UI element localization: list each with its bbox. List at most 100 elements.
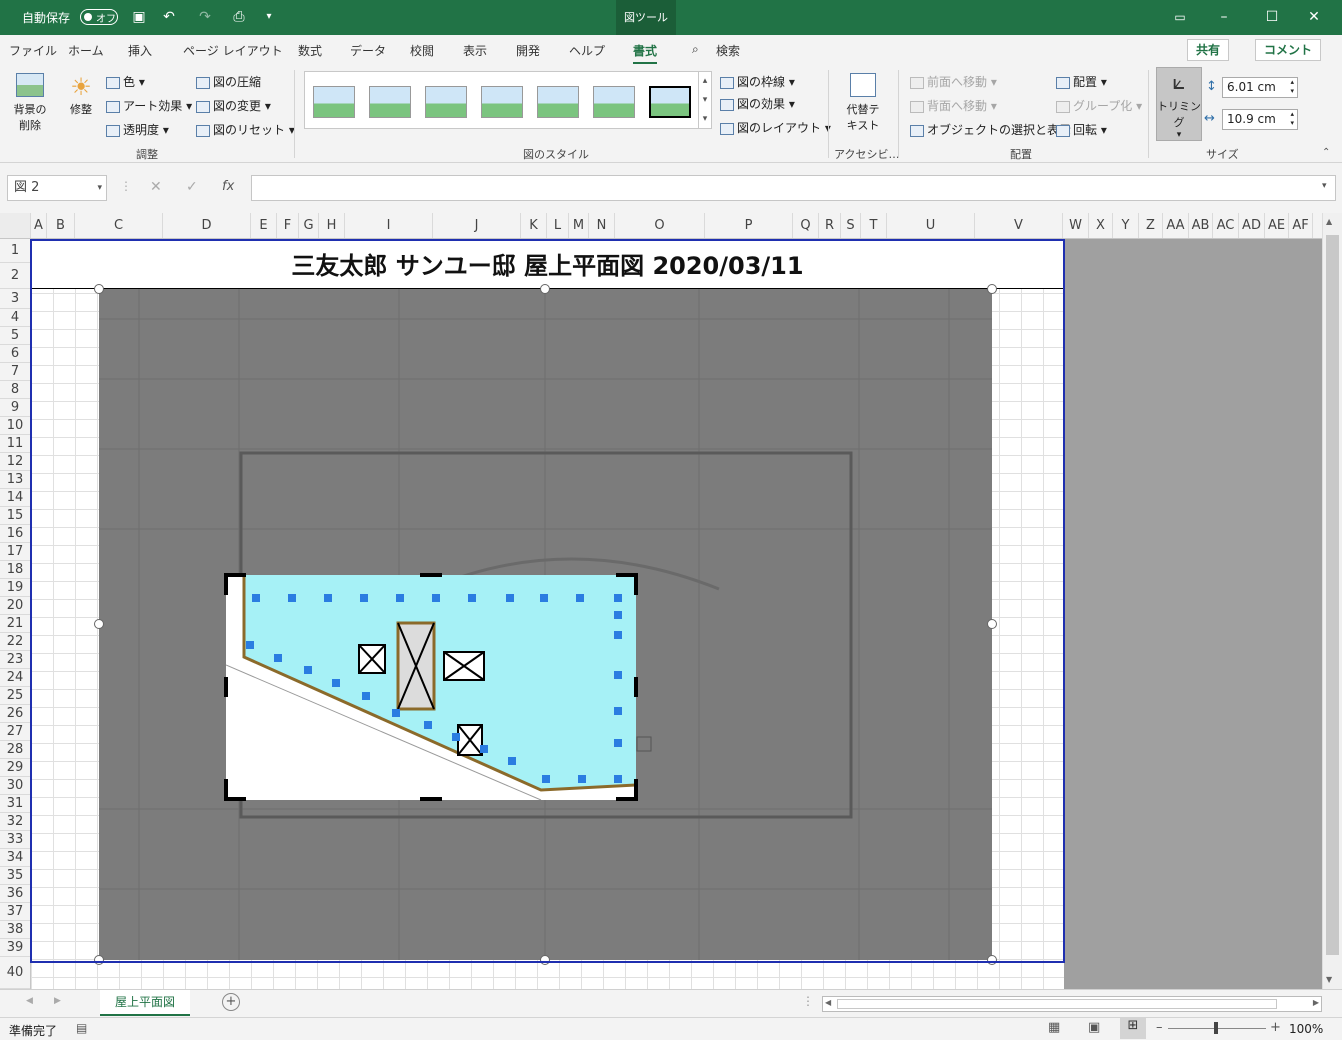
customize-qat-icon[interactable]: ▾: [260, 8, 278, 26]
function-icon[interactable]: fx: [222, 179, 234, 194]
picture-effects-button[interactable]: 図の効果 ▾: [720, 95, 795, 112]
style-thumb-7[interactable]: [649, 86, 691, 118]
bring-forward-button[interactable]: 前面へ移動 ▾: [910, 73, 997, 90]
row-header[interactable]: 13: [0, 471, 30, 489]
select-all-corner[interactable]: [0, 213, 31, 238]
row-header[interactable]: 12: [0, 453, 30, 471]
tab-view[interactable]: 表示: [463, 42, 487, 59]
column-header[interactable]: F: [277, 213, 299, 238]
horizontal-scroll-thumb[interactable]: [837, 999, 1277, 1009]
row-header[interactable]: 37: [0, 903, 30, 921]
column-header[interactable]: AC: [1213, 213, 1239, 238]
sheet-tab[interactable]: 屋上平面図: [100, 990, 190, 1016]
collapse-ribbon-icon[interactable]: ⌃: [1322, 147, 1330, 158]
row-header[interactable]: 16: [0, 525, 30, 543]
maximize-icon[interactable]: ☐: [1262, 7, 1282, 27]
column-header[interactable]: J: [433, 213, 521, 238]
height-input[interactable]: 6.01 cm ▴ ▾: [1222, 77, 1298, 98]
row-header[interactable]: 38: [0, 921, 30, 939]
share-button[interactable]: 共有: [1187, 39, 1230, 61]
style-thumb-1[interactable]: [313, 86, 355, 118]
column-header[interactable]: T: [861, 213, 887, 238]
column-header[interactable]: Y: [1113, 213, 1139, 238]
formula-input[interactable]: [251, 175, 1336, 201]
scroll-down-icon[interactable]: ▼: [1326, 975, 1332, 984]
column-header[interactable]: AB: [1189, 213, 1213, 238]
tab-file[interactable]: ファイル: [9, 42, 57, 59]
normal-view-icon[interactable]: ▦: [1048, 1020, 1060, 1035]
row-header[interactable]: 34: [0, 849, 30, 867]
corrections-button[interactable]: ☀ 修整: [60, 73, 102, 117]
remove-background-button[interactable]: 背景の 削除: [8, 73, 52, 133]
column-header[interactable]: R: [819, 213, 841, 238]
row-header[interactable]: 5: [0, 327, 30, 345]
gallery-scroll[interactable]: ▴ ▾ ▾: [698, 71, 712, 129]
row-header[interactable]: 39: [0, 939, 30, 957]
scroll-left-icon[interactable]: ◀: [825, 998, 831, 1007]
next-sheet-icon[interactable]: ▶: [54, 996, 61, 1006]
enter-icon[interactable]: ✓: [186, 179, 198, 195]
tab-page-layout[interactable]: ページ レイアウト: [183, 42, 283, 59]
tab-review[interactable]: 校閲: [410, 42, 434, 59]
send-backward-button[interactable]: 背面へ移動 ▾: [910, 97, 997, 114]
row-header[interactable]: 4: [0, 309, 30, 327]
row-header[interactable]: 35: [0, 867, 30, 885]
row-header[interactable]: 7: [0, 363, 30, 381]
column-header[interactable]: D: [163, 213, 251, 238]
column-header[interactable]: L: [547, 213, 569, 238]
style-thumb-3[interactable]: [425, 86, 467, 118]
row-header[interactable]: 10: [0, 417, 30, 435]
art-effects-button[interactable]: アート効果 ▾: [106, 97, 192, 114]
page-break-view-icon[interactable]: ⊞: [1120, 1018, 1146, 1039]
tab-help[interactable]: ヘルプ: [569, 42, 605, 59]
row-header[interactable]: 26: [0, 705, 30, 723]
macro-record-icon[interactable]: ▤: [76, 1021, 87, 1035]
style-thumb-4[interactable]: [481, 86, 523, 118]
column-header[interactable]: N: [589, 213, 615, 238]
picture-border-button[interactable]: 図の枠線 ▾: [720, 73, 795, 90]
picture-layout-button[interactable]: 図のレイアウト ▾: [720, 119, 831, 136]
row-header[interactable]: 8: [0, 381, 30, 399]
tab-formulas[interactable]: 数式: [298, 42, 322, 59]
color-button[interactable]: 色 ▾: [106, 73, 145, 90]
scroll-up-icon[interactable]: ▲: [1326, 217, 1332, 226]
row-header[interactable]: 25: [0, 687, 30, 705]
compress-button[interactable]: 図の圧縮: [196, 73, 261, 90]
column-header[interactable]: I: [345, 213, 433, 238]
column-header[interactable]: P: [705, 213, 793, 238]
search-label[interactable]: 検索: [716, 42, 740, 59]
column-header[interactable]: O: [615, 213, 705, 238]
cancel-icon[interactable]: ✕: [150, 179, 162, 195]
align-button[interactable]: 配置 ▾: [1056, 73, 1107, 90]
row-header[interactable]: 30: [0, 777, 30, 795]
zoom-slider-thumb[interactable]: [1214, 1022, 1218, 1034]
column-header[interactable]: C: [75, 213, 163, 238]
expand-formula-icon[interactable]: ▾: [1322, 181, 1327, 191]
reset-picture-button[interactable]: 図のリセット ▾: [196, 121, 295, 138]
column-header[interactable]: Z: [1139, 213, 1163, 238]
row-header[interactable]: 22: [0, 633, 30, 651]
column-header[interactable]: Q: [793, 213, 819, 238]
redo-icon[interactable]: ↷: [196, 8, 214, 26]
row-header[interactable]: 18: [0, 561, 30, 579]
column-header[interactable]: S: [841, 213, 861, 238]
row-header[interactable]: 11: [0, 435, 30, 453]
tab-home[interactable]: ホーム: [68, 42, 104, 59]
width-input[interactable]: 10.9 cm ▴ ▾: [1222, 109, 1298, 130]
horizontal-scrollbar[interactable]: ◀ ▶: [822, 996, 1322, 1012]
row-header[interactable]: 9: [0, 399, 30, 417]
transparency-button[interactable]: 透明度 ▾: [106, 121, 169, 138]
vertical-scrollbar[interactable]: ▲ ▼: [1322, 213, 1342, 990]
column-header[interactable]: A: [31, 213, 47, 238]
undo-icon[interactable]: ↶: [160, 8, 178, 26]
row-header[interactable]: 33: [0, 831, 30, 849]
style-thumb-2[interactable]: [369, 86, 411, 118]
tab-insert[interactable]: 挿入: [128, 42, 152, 59]
row-header[interactable]: 15: [0, 507, 30, 525]
rotate-button[interactable]: 回転 ▾: [1056, 121, 1107, 138]
row-header[interactable]: 19: [0, 579, 30, 597]
search-icon[interactable]: ⌕: [692, 42, 699, 57]
tab-data[interactable]: データ: [350, 42, 386, 59]
column-header[interactable]: U: [887, 213, 975, 238]
row-header[interactable]: 36: [0, 885, 30, 903]
